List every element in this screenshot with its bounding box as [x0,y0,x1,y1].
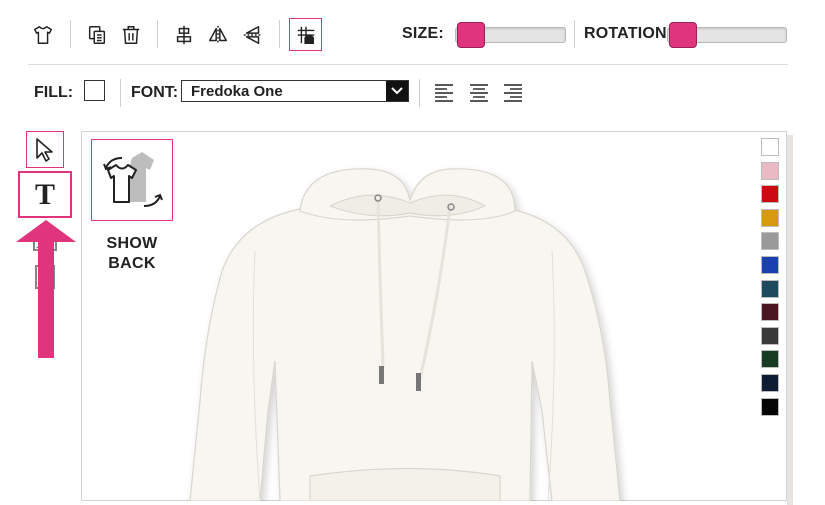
font-select-value: Fredoka One [191,83,283,100]
color-swatch[interactable] [761,373,779,392]
color-swatch[interactable] [761,208,779,227]
color-swatch[interactable] [761,161,779,180]
trash-icon[interactable] [118,22,144,48]
cursor-arrow-icon [36,137,53,162]
show-back-label-line1: SHOW [106,235,158,252]
font-label: FONT: [131,84,179,101]
show-back-label[interactable]: SHOW BACK [90,234,174,274]
align-right-icon[interactable] [503,82,523,102]
color-swatch[interactable] [761,255,779,274]
align-center-text-icon[interactable] [469,82,489,102]
show-back-button[interactable] [91,139,173,221]
fill-color-swatch[interactable] [84,80,105,101]
font-select[interactable]: Fredoka One [181,80,409,102]
flip-vertical-icon[interactable] [240,22,266,48]
toolbar-divider [157,20,158,48]
show-back-icon [103,152,163,207]
canvas-shadow [787,135,793,505]
size-slider-thumb[interactable] [457,22,485,48]
toolbar-divider [70,20,71,48]
color-swatch[interactable] [761,397,779,416]
toolbar-divider [574,20,575,48]
copy-icon[interactable] [84,22,110,48]
rotation-slider[interactable] [667,22,787,48]
flip-horizontal-icon[interactable] [205,22,231,48]
color-swatch[interactable] [761,185,779,204]
toolbar-divider-line [28,64,788,65]
color-swatch[interactable] [761,279,779,298]
align-center-icon[interactable] [171,22,197,48]
rotation-label: ROTATION: [584,25,673,42]
grid-icon[interactable] [289,18,322,51]
size-slider[interactable] [455,22,566,48]
show-back-label-line2: BACK [108,255,156,272]
pointer-arrow-annotation [16,220,76,358]
color-swatch-list [761,138,781,421]
hoodie-product-image [189,168,621,501]
color-swatch[interactable] [761,303,779,322]
color-swatch[interactable] [761,138,779,156]
color-swatch[interactable] [761,232,779,251]
color-swatch[interactable] [761,326,779,345]
toolbar-divider [120,79,121,107]
color-swatch[interactable] [761,350,779,369]
align-left-icon[interactable] [434,82,454,102]
rotation-slider-thumb[interactable] [669,22,697,48]
main-toolbar: SIZE: ROTATION: [0,0,825,66]
toolbar-divider [279,20,280,48]
select-tool-button[interactable] [26,131,64,168]
fill-label: FILL: [34,84,74,101]
shirt-icon[interactable] [30,22,56,48]
toolbar-divider [419,79,420,107]
size-label: SIZE: [402,25,444,42]
text-tool-glyph: T [34,177,55,211]
chevron-down-icon[interactable] [386,81,408,101]
text-tool-button[interactable]: T [18,171,72,218]
